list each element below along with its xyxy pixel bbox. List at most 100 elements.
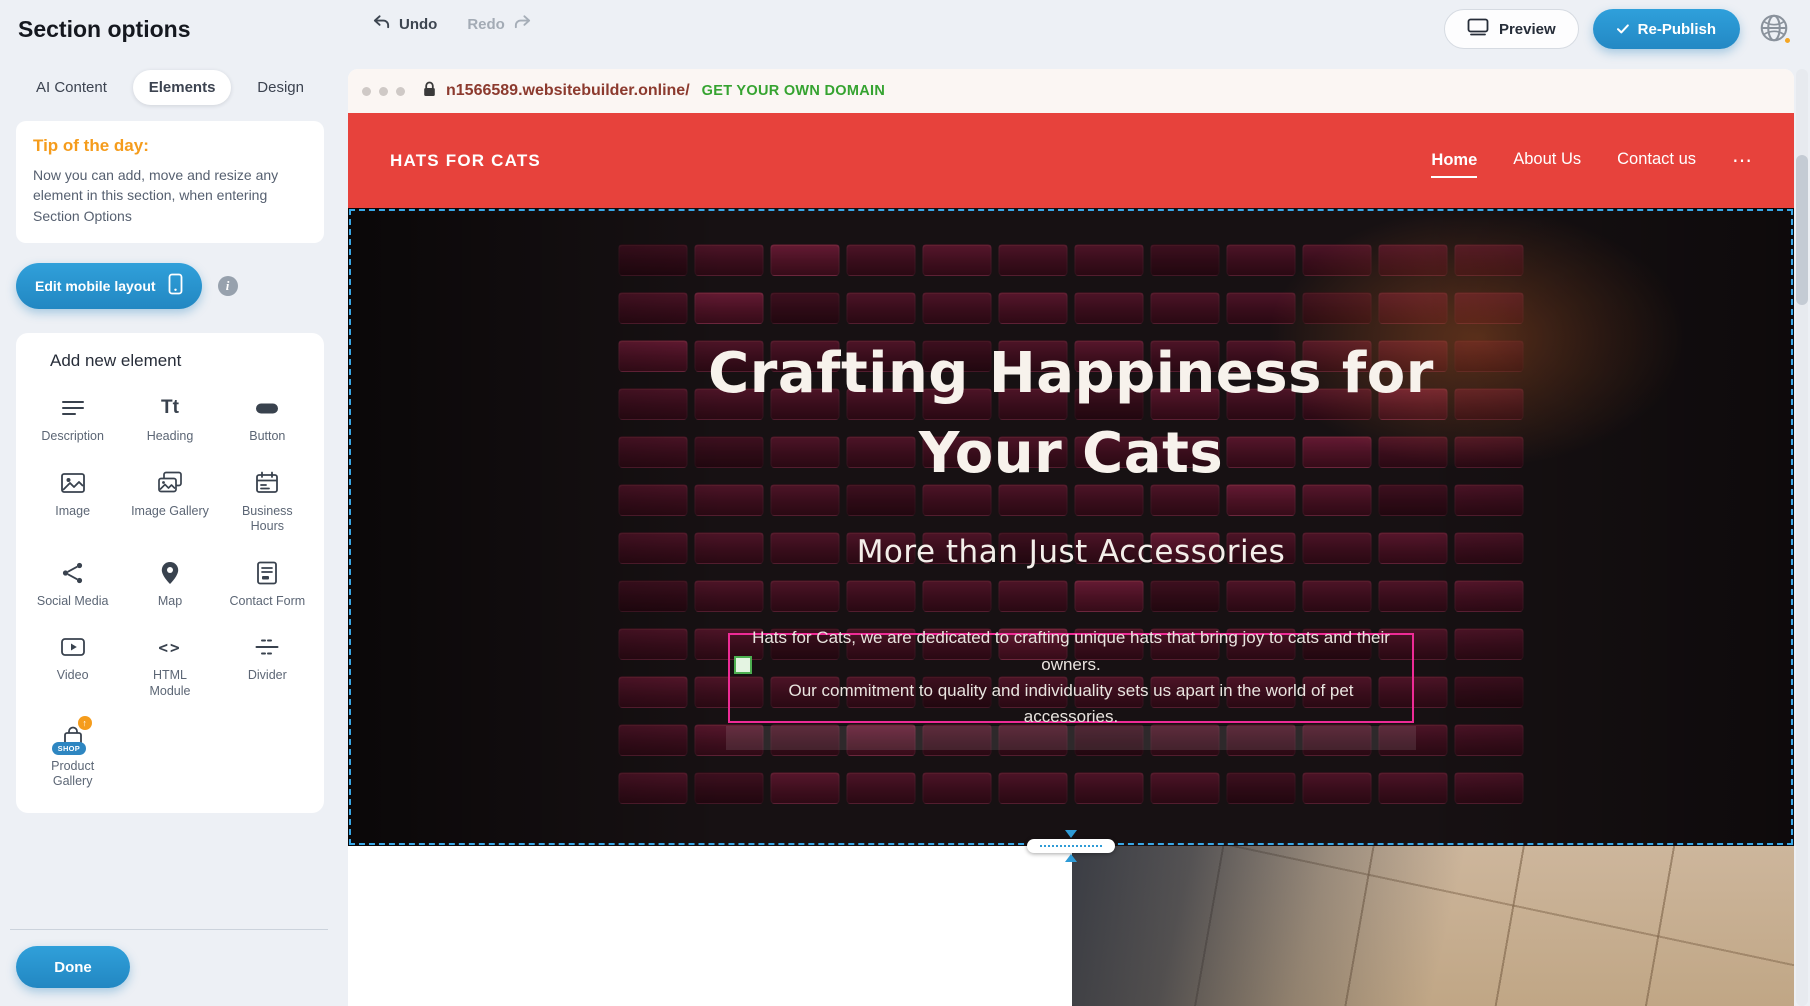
brick (1455, 628, 1524, 660)
nav-contact-us[interactable]: Contact us (1617, 150, 1696, 171)
tab-elements[interactable]: Elements (133, 70, 232, 105)
element-video[interactable]: Video (24, 622, 121, 706)
element-label: Button (249, 429, 285, 445)
brick (1303, 580, 1372, 612)
brick (999, 772, 1068, 804)
preview-scrollbar[interactable] (1796, 69, 1808, 1006)
sidebar-tabs: AI Content Elements Design (20, 70, 320, 105)
element-label: Divider (248, 668, 287, 684)
sidebar-spacer (0, 813, 340, 929)
browser-chrome-bar: n1566589.websitebuilder.online/ GET YOUR… (348, 69, 1794, 113)
brick (1227, 292, 1296, 324)
republish-label: Re-Publish (1638, 21, 1716, 38)
brick (619, 724, 688, 756)
hero-description: Hats for Cats, we are dedicated to craft… (742, 625, 1400, 730)
preview-label: Preview (1499, 21, 1556, 38)
tab-design[interactable]: Design (241, 70, 320, 105)
sidebar-divider (10, 929, 328, 930)
info-icon[interactable]: i (218, 276, 238, 296)
nav-about-us[interactable]: About Us (1513, 150, 1581, 171)
video-icon (60, 631, 86, 663)
brick (1303, 772, 1372, 804)
element-label: Business Hours (228, 504, 306, 535)
resize-handle-left[interactable] (734, 656, 752, 674)
redo-label: Redo (467, 16, 505, 33)
element-button[interactable]: Button (219, 383, 316, 452)
element-image[interactable]: Image (24, 458, 121, 542)
site-header[interactable]: HATS FOR CATS Home About Us Contact us ⋯ (348, 113, 1794, 208)
window-dot (396, 87, 405, 96)
site-preview-frame: n1566589.websitebuilder.online/ GET YOUR… (348, 69, 1794, 1006)
brick (1303, 244, 1372, 276)
floor-photo (1072, 846, 1794, 1006)
element-map[interactable]: Map (121, 548, 218, 617)
brick (771, 580, 840, 612)
element-label: Map (158, 594, 182, 610)
brick (999, 580, 1068, 612)
hero-subheading[interactable]: More than Just Accessories (348, 534, 1794, 570)
html-module-icon: <> (158, 631, 181, 663)
brick (619, 580, 688, 612)
site-logo[interactable]: HATS FOR CATS (390, 151, 541, 171)
heading-icon: Tt (161, 392, 179, 424)
element-label: Product Gallery (34, 759, 112, 790)
brick (619, 244, 688, 276)
element-social-media[interactable]: Social Media (24, 548, 121, 617)
brick (1227, 772, 1296, 804)
edit-mobile-layout-button[interactable]: Edit mobile layout (16, 263, 202, 309)
get-domain-link[interactable]: GET YOUR OWN DOMAIN (702, 83, 885, 99)
lock-icon (423, 81, 436, 102)
next-section[interactable] (348, 846, 1794, 1006)
brick (1075, 292, 1144, 324)
add-element-panel: Add new element Description Tt Heading (16, 333, 324, 813)
element-label: HTML Module (131, 668, 209, 699)
divider-icon (254, 631, 280, 663)
arrow-down-icon (1065, 830, 1077, 838)
topbar-actions: Preview Re-Publish (1444, 9, 1794, 49)
tip-title: Tip of the day: (33, 136, 307, 156)
section-height-resize-handle[interactable] (1027, 830, 1115, 862)
brick (1379, 244, 1448, 276)
add-element-title: Add new element (50, 351, 316, 371)
page-title: Section options (18, 16, 191, 43)
brick (619, 676, 688, 708)
undo-button[interactable]: Undo (372, 14, 437, 34)
brick (619, 292, 688, 324)
window-dot (379, 87, 388, 96)
element-label: Heading (147, 429, 194, 445)
element-image-gallery[interactable]: Image Gallery (121, 458, 218, 542)
element-label: Social Media (37, 594, 109, 610)
element-divider[interactable]: Divider (219, 622, 316, 706)
scrollbar-thumb[interactable] (1796, 155, 1808, 305)
nav-more-button[interactable]: ⋯ (1732, 151, 1752, 171)
language-globe-button[interactable] (1754, 9, 1794, 49)
element-business-hours[interactable]: Business Hours (219, 458, 316, 542)
nav-home[interactable]: Home (1431, 151, 1477, 178)
preview-button[interactable]: Preview (1444, 9, 1579, 49)
undo-icon (372, 14, 391, 34)
element-html-module[interactable]: <> HTML Module (121, 622, 218, 706)
element-product-gallery[interactable]: SHOP ↑ Product Gallery (24, 713, 121, 797)
element-description[interactable]: Description (24, 383, 121, 452)
undo-label: Undo (399, 16, 437, 33)
tab-ai-content[interactable]: AI Content (20, 70, 123, 105)
brick (923, 244, 992, 276)
done-button[interactable]: Done (16, 946, 130, 988)
selected-text-element[interactable]: Hats for Cats, we are dedicated to craft… (728, 633, 1414, 723)
brick (1379, 772, 1448, 804)
contact-form-icon (254, 557, 280, 589)
brick (695, 292, 764, 324)
brick (923, 580, 992, 612)
redo-button[interactable]: Redo (467, 14, 532, 34)
republish-button[interactable]: Re-Publish (1593, 9, 1740, 49)
hero-section[interactable]: Crafting Happiness for Your Cats More th… (348, 208, 1794, 846)
element-heading[interactable]: Tt Heading (121, 383, 218, 452)
image-icon (60, 467, 86, 499)
element-contact-form[interactable]: Contact Form (219, 548, 316, 617)
brick (847, 292, 916, 324)
brick (923, 772, 992, 804)
product-gallery-icon: SHOP ↑ (60, 722, 86, 754)
brick (695, 580, 764, 612)
hero-heading[interactable]: Crafting Happiness for Your Cats (348, 334, 1794, 494)
brick (1227, 244, 1296, 276)
